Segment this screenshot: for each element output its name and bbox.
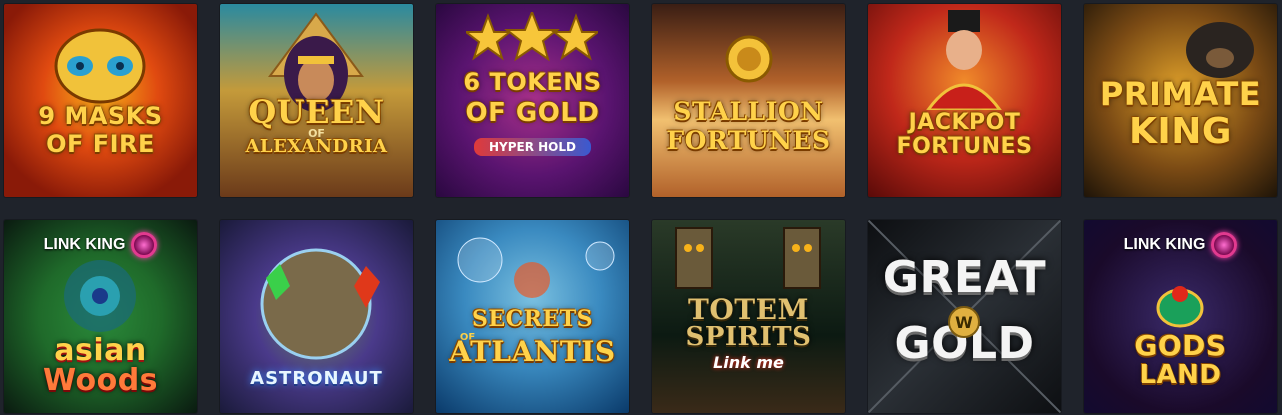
- game-badge: Link me: [713, 353, 784, 372]
- game-title-line-2: ATLANTIS: [449, 335, 616, 368]
- game-title-line-2: Woods: [42, 363, 159, 398]
- game-title-line-2: FORTUNES: [666, 126, 831, 155]
- game-title: SECRETS: [472, 306, 593, 332]
- game-tile-great-gold[interactable]: GREAT GOLD W: [868, 220, 1061, 413]
- game-tile-totem-spirits[interactable]: TOTEM SPIRITS Link me: [652, 220, 845, 413]
- bubbles-icon: [457, 237, 615, 298]
- stars-icon: [466, 12, 598, 62]
- game-title: ASTRONAUT: [250, 368, 383, 389]
- game-tile-9-masks-of-fire[interactable]: 9 MASKS OF FIRE: [4, 4, 197, 197]
- game-tile-6-tokens-of-gold[interactable]: 6 TOKENS OF GOLD HYPER HOLD: [436, 4, 629, 197]
- game-title: JACKPOT: [908, 110, 1021, 135]
- mask-icon: [54, 28, 146, 104]
- link-king-logo: LINK KING: [4, 232, 197, 258]
- link-king-label: LINK KING: [43, 236, 126, 253]
- game-title-line-2: OF GOLD: [465, 98, 600, 128]
- game-title: STALLION: [673, 97, 824, 126]
- game-tile-secrets-of-atlantis[interactable]: SECRETS OF ATLANTIS: [436, 220, 629, 413]
- game-tile-stallion-fortunes[interactable]: STALLION FORTUNES: [652, 4, 845, 197]
- game-title-line-2: KING: [1129, 111, 1232, 152]
- game-title-line-2: OF FIRE: [46, 130, 155, 158]
- scarab-icon: [1156, 286, 1204, 328]
- game-tile-jackpot-fortunes[interactable]: JACKPOT FORTUNES: [868, 4, 1061, 197]
- game-tile-gods-land[interactable]: LINK KING GODS LAND: [1084, 220, 1277, 413]
- gorilla-icon: [1186, 22, 1254, 78]
- planet-icon: [260, 248, 380, 360]
- game-title: 9 MASKS: [38, 102, 163, 130]
- game-title-line-2: ALEXANDRIA: [245, 136, 388, 157]
- game-title: asian: [54, 333, 147, 368]
- game-badge: HYPER HOLD: [474, 138, 591, 156]
- game-title: TOTEM: [688, 293, 809, 326]
- game-title-line-2: LAND: [1139, 360, 1222, 390]
- game-tile-asian-woods[interactable]: LINK KING asian Woods: [4, 220, 197, 413]
- svg-text:W: W: [955, 313, 973, 332]
- totem-icon: [675, 227, 821, 289]
- game-title: PRIMATE: [1099, 75, 1262, 113]
- game-grid: 9 MASKS OF FIRE QUEEN OF ALEXANDRIA 6 TO…: [0, 0, 1282, 415]
- game-title-line-2: FORTUNES: [896, 134, 1033, 159]
- game-title-line-2: SPIRITS: [685, 322, 812, 352]
- game-title: QUEEN: [248, 93, 385, 131]
- link-king-logo: LINK KING: [1084, 232, 1277, 258]
- game-title: GODS: [1134, 329, 1227, 362]
- fortune-god-icon: [926, 10, 1002, 110]
- game-title: 6 TOKENS: [463, 68, 602, 96]
- link-king-ring-icon: [131, 232, 158, 258]
- gold-w-coin-icon: W: [948, 306, 980, 338]
- peacock-icon: [64, 260, 136, 332]
- horse-medallion-icon: [725, 35, 773, 83]
- game-tile-primate-king[interactable]: PRIMATE KING: [1084, 4, 1277, 197]
- game-tile-queen-of-alexandria[interactable]: QUEEN OF ALEXANDRIA: [220, 4, 413, 197]
- game-tile-astronaut[interactable]: ASTRONAUT: [220, 220, 413, 413]
- game-title: GREAT: [882, 252, 1047, 303]
- link-king-label: LINK KING: [1123, 236, 1206, 253]
- link-king-ring-icon: [1211, 232, 1238, 258]
